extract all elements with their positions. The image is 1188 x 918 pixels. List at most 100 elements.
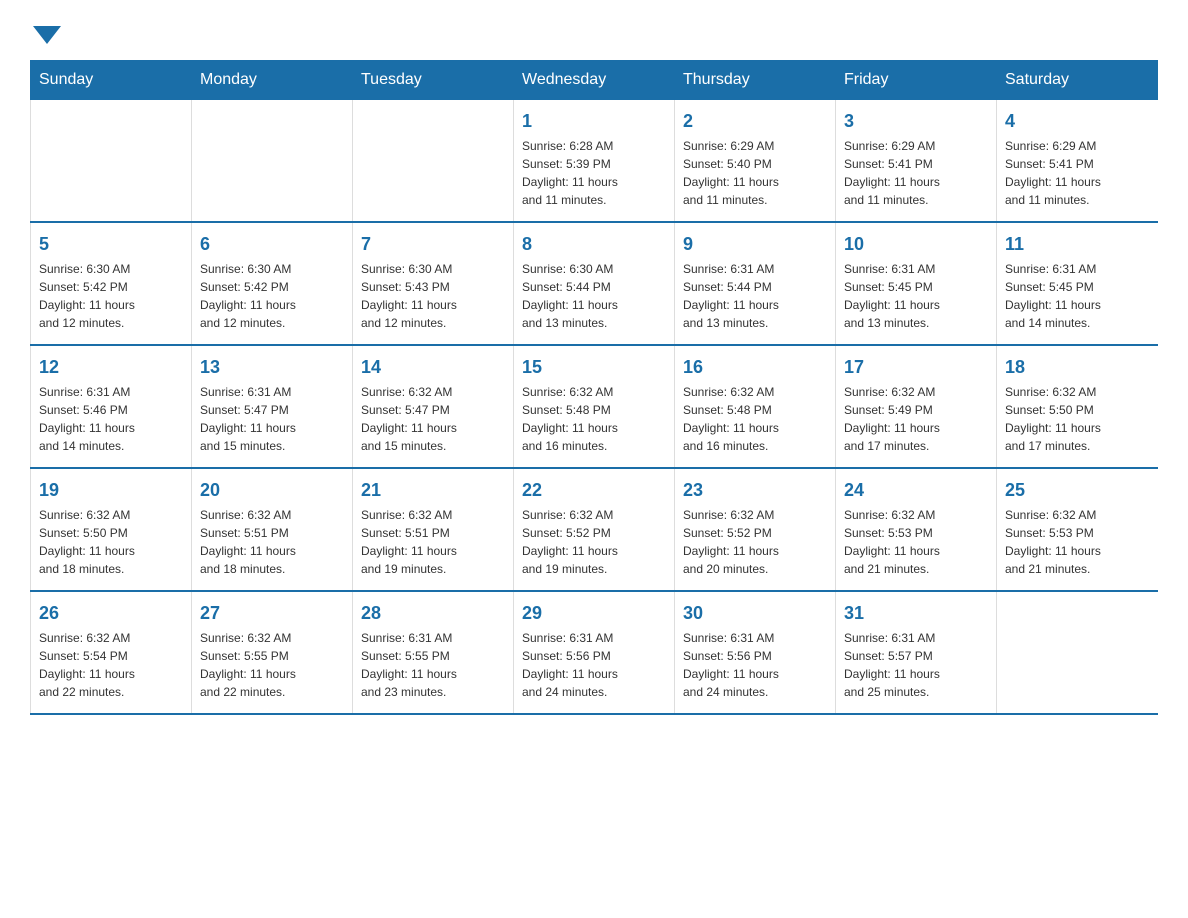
day-number: 28 bbox=[361, 600, 505, 627]
day-info: Sunrise: 6:29 AM Sunset: 5:41 PM Dayligh… bbox=[844, 137, 988, 209]
day-number: 11 bbox=[1005, 231, 1150, 258]
day-number: 22 bbox=[522, 477, 666, 504]
day-info: Sunrise: 6:32 AM Sunset: 5:55 PM Dayligh… bbox=[200, 629, 344, 701]
calendar-cell: 21Sunrise: 6:32 AM Sunset: 5:51 PM Dayli… bbox=[353, 468, 514, 591]
weekday-header-sunday: Sunday bbox=[31, 61, 192, 100]
weekday-header-tuesday: Tuesday bbox=[353, 61, 514, 100]
day-number: 6 bbox=[200, 231, 344, 258]
day-number: 29 bbox=[522, 600, 666, 627]
day-number: 12 bbox=[39, 354, 183, 381]
calendar-cell: 14Sunrise: 6:32 AM Sunset: 5:47 PM Dayli… bbox=[353, 345, 514, 468]
day-number: 15 bbox=[522, 354, 666, 381]
day-info: Sunrise: 6:31 AM Sunset: 5:47 PM Dayligh… bbox=[200, 383, 344, 455]
calendar-cell: 19Sunrise: 6:32 AM Sunset: 5:50 PM Dayli… bbox=[31, 468, 192, 591]
calendar-cell: 13Sunrise: 6:31 AM Sunset: 5:47 PM Dayli… bbox=[192, 345, 353, 468]
calendar-cell: 4Sunrise: 6:29 AM Sunset: 5:41 PM Daylig… bbox=[997, 100, 1158, 223]
day-number: 20 bbox=[200, 477, 344, 504]
day-number: 13 bbox=[200, 354, 344, 381]
logo-arrow-icon bbox=[33, 26, 61, 44]
calendar-cell: 28Sunrise: 6:31 AM Sunset: 5:55 PM Dayli… bbox=[353, 591, 514, 714]
calendar-cell bbox=[997, 591, 1158, 714]
calendar-cell: 22Sunrise: 6:32 AM Sunset: 5:52 PM Dayli… bbox=[514, 468, 675, 591]
weekday-header-saturday: Saturday bbox=[997, 61, 1158, 100]
calendar-cell bbox=[31, 100, 192, 223]
day-number: 24 bbox=[844, 477, 988, 504]
day-info: Sunrise: 6:32 AM Sunset: 5:50 PM Dayligh… bbox=[1005, 383, 1150, 455]
day-info: Sunrise: 6:32 AM Sunset: 5:48 PM Dayligh… bbox=[683, 383, 827, 455]
calendar-cell: 2Sunrise: 6:29 AM Sunset: 5:40 PM Daylig… bbox=[675, 100, 836, 223]
page-header bbox=[30, 20, 1158, 40]
day-number: 9 bbox=[683, 231, 827, 258]
calendar-header: SundayMondayTuesdayWednesdayThursdayFrid… bbox=[31, 61, 1158, 100]
day-info: Sunrise: 6:29 AM Sunset: 5:40 PM Dayligh… bbox=[683, 137, 827, 209]
calendar-week-row: 12Sunrise: 6:31 AM Sunset: 5:46 PM Dayli… bbox=[31, 345, 1158, 468]
calendar-cell: 9Sunrise: 6:31 AM Sunset: 5:44 PM Daylig… bbox=[675, 222, 836, 345]
calendar-cell: 6Sunrise: 6:30 AM Sunset: 5:42 PM Daylig… bbox=[192, 222, 353, 345]
weekday-header-monday: Monday bbox=[192, 61, 353, 100]
calendar-cell: 17Sunrise: 6:32 AM Sunset: 5:49 PM Dayli… bbox=[836, 345, 997, 468]
calendar-table: SundayMondayTuesdayWednesdayThursdayFrid… bbox=[30, 60, 1158, 715]
day-number: 14 bbox=[361, 354, 505, 381]
day-info: Sunrise: 6:29 AM Sunset: 5:41 PM Dayligh… bbox=[1005, 137, 1150, 209]
calendar-week-row: 1Sunrise: 6:28 AM Sunset: 5:39 PM Daylig… bbox=[31, 100, 1158, 223]
day-number: 23 bbox=[683, 477, 827, 504]
day-info: Sunrise: 6:32 AM Sunset: 5:50 PM Dayligh… bbox=[39, 506, 183, 578]
day-info: Sunrise: 6:32 AM Sunset: 5:52 PM Dayligh… bbox=[522, 506, 666, 578]
day-info: Sunrise: 6:30 AM Sunset: 5:42 PM Dayligh… bbox=[200, 260, 344, 332]
day-number: 25 bbox=[1005, 477, 1150, 504]
calendar-cell: 10Sunrise: 6:31 AM Sunset: 5:45 PM Dayli… bbox=[836, 222, 997, 345]
calendar-cell: 29Sunrise: 6:31 AM Sunset: 5:56 PM Dayli… bbox=[514, 591, 675, 714]
day-info: Sunrise: 6:32 AM Sunset: 5:48 PM Dayligh… bbox=[522, 383, 666, 455]
calendar-cell: 8Sunrise: 6:30 AM Sunset: 5:44 PM Daylig… bbox=[514, 222, 675, 345]
day-number: 5 bbox=[39, 231, 183, 258]
calendar-cell: 5Sunrise: 6:30 AM Sunset: 5:42 PM Daylig… bbox=[31, 222, 192, 345]
calendar-cell: 26Sunrise: 6:32 AM Sunset: 5:54 PM Dayli… bbox=[31, 591, 192, 714]
day-info: Sunrise: 6:31 AM Sunset: 5:56 PM Dayligh… bbox=[683, 629, 827, 701]
day-number: 8 bbox=[522, 231, 666, 258]
logo bbox=[30, 20, 61, 40]
day-info: Sunrise: 6:30 AM Sunset: 5:43 PM Dayligh… bbox=[361, 260, 505, 332]
calendar-cell: 25Sunrise: 6:32 AM Sunset: 5:53 PM Dayli… bbox=[997, 468, 1158, 591]
day-info: Sunrise: 6:32 AM Sunset: 5:52 PM Dayligh… bbox=[683, 506, 827, 578]
day-info: Sunrise: 6:30 AM Sunset: 5:42 PM Dayligh… bbox=[39, 260, 183, 332]
calendar-cell: 15Sunrise: 6:32 AM Sunset: 5:48 PM Dayli… bbox=[514, 345, 675, 468]
calendar-cell: 30Sunrise: 6:31 AM Sunset: 5:56 PM Dayli… bbox=[675, 591, 836, 714]
day-info: Sunrise: 6:31 AM Sunset: 5:56 PM Dayligh… bbox=[522, 629, 666, 701]
calendar-cell: 7Sunrise: 6:30 AM Sunset: 5:43 PM Daylig… bbox=[353, 222, 514, 345]
day-number: 4 bbox=[1005, 108, 1150, 135]
calendar-cell: 20Sunrise: 6:32 AM Sunset: 5:51 PM Dayli… bbox=[192, 468, 353, 591]
day-number: 31 bbox=[844, 600, 988, 627]
day-number: 16 bbox=[683, 354, 827, 381]
calendar-week-row: 19Sunrise: 6:32 AM Sunset: 5:50 PM Dayli… bbox=[31, 468, 1158, 591]
day-info: Sunrise: 6:32 AM Sunset: 5:53 PM Dayligh… bbox=[844, 506, 988, 578]
day-number: 18 bbox=[1005, 354, 1150, 381]
day-number: 3 bbox=[844, 108, 988, 135]
weekday-header-row: SundayMondayTuesdayWednesdayThursdayFrid… bbox=[31, 61, 1158, 100]
calendar-cell bbox=[353, 100, 514, 223]
calendar-week-row: 26Sunrise: 6:32 AM Sunset: 5:54 PM Dayli… bbox=[31, 591, 1158, 714]
calendar-cell: 31Sunrise: 6:31 AM Sunset: 5:57 PM Dayli… bbox=[836, 591, 997, 714]
weekday-header-friday: Friday bbox=[836, 61, 997, 100]
day-number: 26 bbox=[39, 600, 183, 627]
day-number: 21 bbox=[361, 477, 505, 504]
day-info: Sunrise: 6:32 AM Sunset: 5:51 PM Dayligh… bbox=[361, 506, 505, 578]
calendar-cell: 16Sunrise: 6:32 AM Sunset: 5:48 PM Dayli… bbox=[675, 345, 836, 468]
day-info: Sunrise: 6:31 AM Sunset: 5:44 PM Dayligh… bbox=[683, 260, 827, 332]
weekday-header-thursday: Thursday bbox=[675, 61, 836, 100]
day-number: 7 bbox=[361, 231, 505, 258]
day-info: Sunrise: 6:31 AM Sunset: 5:55 PM Dayligh… bbox=[361, 629, 505, 701]
day-info: Sunrise: 6:32 AM Sunset: 5:47 PM Dayligh… bbox=[361, 383, 505, 455]
day-number: 1 bbox=[522, 108, 666, 135]
calendar-cell: 23Sunrise: 6:32 AM Sunset: 5:52 PM Dayli… bbox=[675, 468, 836, 591]
day-info: Sunrise: 6:32 AM Sunset: 5:54 PM Dayligh… bbox=[39, 629, 183, 701]
day-info: Sunrise: 6:28 AM Sunset: 5:39 PM Dayligh… bbox=[522, 137, 666, 209]
calendar-cell bbox=[192, 100, 353, 223]
day-number: 30 bbox=[683, 600, 827, 627]
day-number: 10 bbox=[844, 231, 988, 258]
calendar-cell: 12Sunrise: 6:31 AM Sunset: 5:46 PM Dayli… bbox=[31, 345, 192, 468]
calendar-week-row: 5Sunrise: 6:30 AM Sunset: 5:42 PM Daylig… bbox=[31, 222, 1158, 345]
day-info: Sunrise: 6:31 AM Sunset: 5:46 PM Dayligh… bbox=[39, 383, 183, 455]
day-info: Sunrise: 6:31 AM Sunset: 5:45 PM Dayligh… bbox=[844, 260, 988, 332]
day-info: Sunrise: 6:32 AM Sunset: 5:53 PM Dayligh… bbox=[1005, 506, 1150, 578]
day-number: 27 bbox=[200, 600, 344, 627]
